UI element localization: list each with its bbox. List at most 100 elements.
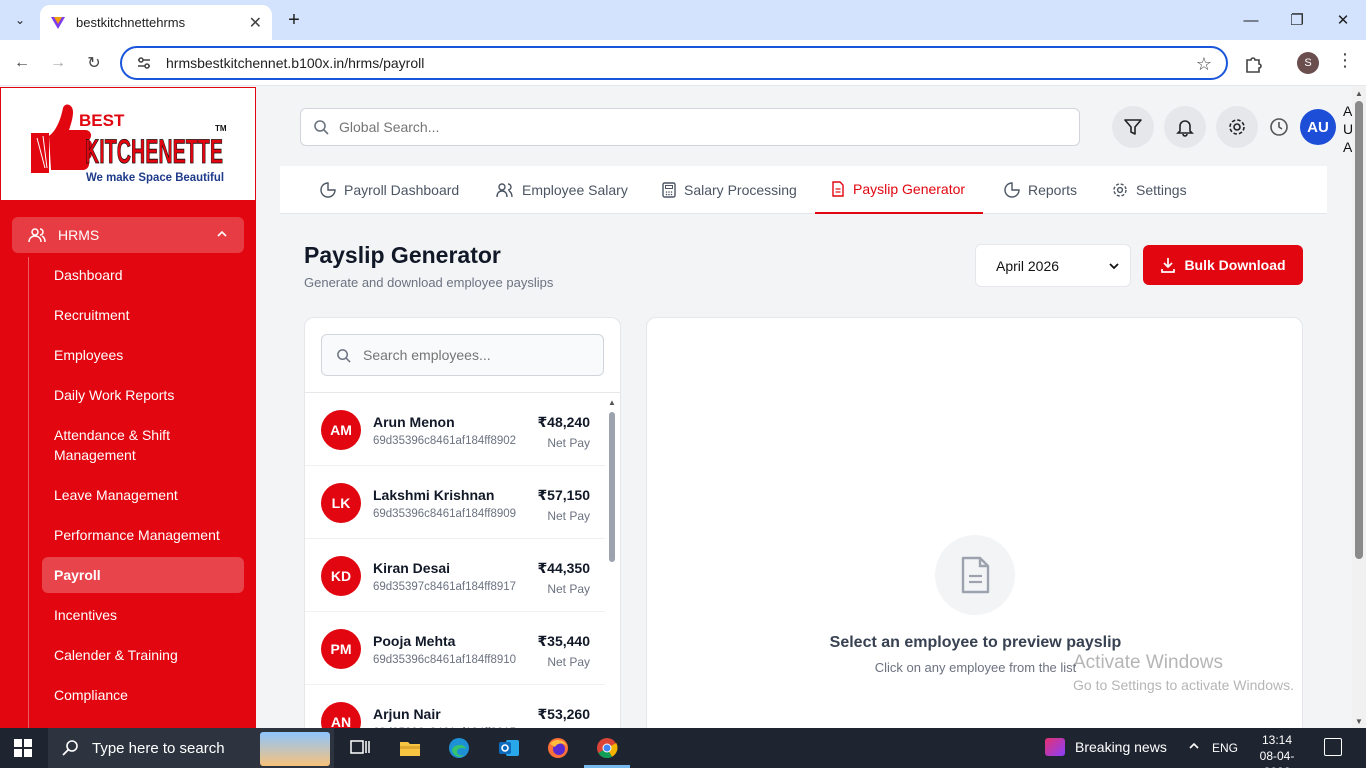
settings-button[interactable] <box>1216 106 1258 148</box>
extensions-icon[interactable] <box>1243 52 1265 74</box>
user-avatar[interactable]: AU <box>1300 109 1336 145</box>
sidebar-item-performance[interactable]: Performance Management <box>42 525 244 545</box>
sidebar-item-recruitment[interactable]: Recruitment <box>42 305 244 325</box>
outlook-icon[interactable] <box>497 736 521 760</box>
news-icon <box>1045 738 1065 756</box>
language-indicator[interactable]: ENG <box>1212 741 1238 755</box>
global-search-box[interactable] <box>300 108 1080 146</box>
users-icon <box>496 183 513 198</box>
month-select[interactable]: April 2026 <box>975 244 1131 287</box>
calculator-icon <box>662 182 676 198</box>
tab-close-icon[interactable]: ✕ <box>249 13 262 33</box>
tab-salary-processing[interactable]: Salary Processing <box>662 166 797 214</box>
notification-center-icon[interactable] <box>1324 738 1342 756</box>
brand-tagline: We make Space Beautiful <box>86 172 224 184</box>
employee-list-card: AM Arun Menon 69d35396c8461af184ff8902 ₹… <box>304 317 621 737</box>
tray-chevron-up-icon[interactable] <box>1188 740 1200 755</box>
bulk-download-button[interactable]: Bulk Download <box>1143 245 1303 285</box>
sidebar-item-employees[interactable]: Employees <box>42 345 244 365</box>
tab-payroll-dashboard[interactable]: Payroll Dashboard <box>320 166 459 214</box>
news-widget[interactable]: Breaking news <box>1045 738 1167 756</box>
global-search-input[interactable] <box>339 119 1039 135</box>
tab-payslip-generator[interactable]: Payslip Generator <box>815 166 983 214</box>
edge-browser-icon[interactable] <box>447 736 471 760</box>
sidebar-item-dashboard[interactable]: Dashboard <box>42 265 244 285</box>
scroll-up-arrow-icon[interactable]: ▲ <box>1355 89 1363 98</box>
taskbar-search-text: Type here to search <box>92 739 225 757</box>
employee-row[interactable]: PM Pooja Mehta 69d35396c8461af184ff8910 … <box>305 612 605 685</box>
net-pay-label: Net Pay <box>547 655 590 669</box>
nav-tree-line <box>28 257 29 728</box>
employee-avatar: PM <box>321 629 361 669</box>
reload-button[interactable]: ↻ <box>82 51 106 75</box>
sidebar-item-leave-management[interactable]: Leave Management <box>42 485 244 505</box>
tab-reports[interactable]: Reports <box>1004 166 1077 214</box>
scrollbar-thumb[interactable] <box>1355 101 1363 559</box>
page-scrollbar[interactable]: ▲ ▼ <box>1352 87 1366 728</box>
scrollbar-thumb[interactable] <box>609 412 615 562</box>
sidebar-item-calender-training[interactable]: Calender & Training <box>42 645 244 665</box>
employee-search-box[interactable] <box>321 334 604 376</box>
minimize-button[interactable]: — <box>1228 0 1274 40</box>
employee-net-pay: ₹48,240 <box>537 414 590 430</box>
firefox-icon[interactable] <box>546 736 570 760</box>
browser-toolbar: ← → ↻ hrmsbestkitchennet.b100x.in/hrms/p… <box>0 40 1366 86</box>
employee-name: Pooja Mehta <box>373 633 456 649</box>
sidebar-item-daily-work-reports[interactable]: Daily Work Reports <box>42 385 244 405</box>
profile-avatar[interactable]: S <box>1297 52 1319 74</box>
windows-start-icon[interactable] <box>14 739 32 757</box>
employee-net-pay: ₹57,150 <box>537 487 590 503</box>
clock[interactable]: 13:14 08-04-2026 <box>1248 732 1306 768</box>
tab-label: Settings <box>1136 182 1187 198</box>
employee-row[interactable]: AM Arun Menon 69d35396c8461af184ff8902 ₹… <box>305 393 605 466</box>
browser-tab[interactable]: bestkitchnettehrms ✕ <box>40 5 272 40</box>
tab-title: bestkitchnettehrms <box>76 15 186 30</box>
sidebar-item-payroll[interactable]: Payroll <box>42 557 244 593</box>
employee-row[interactable]: LK Lakshmi Krishnan 69d35396c8461af184ff… <box>305 466 605 539</box>
users-icon <box>28 228 46 243</box>
brand-logo[interactable]: BEST KITCHENETTE TM We make Space Beauti… <box>0 87 256 201</box>
sidebar-section-hrms[interactable]: HRMS <box>12 217 244 253</box>
sidebar-item-incentives[interactable]: Incentives <box>42 605 244 625</box>
task-view-icon[interactable] <box>348 736 372 760</box>
tab-settings[interactable]: Settings <box>1112 166 1187 214</box>
search-highlight-illustration <box>260 732 330 766</box>
site-info-icon[interactable] <box>136 55 152 71</box>
employee-net-pay: ₹35,440 <box>537 633 590 649</box>
chevron-up-icon <box>216 227 228 243</box>
employee-row[interactable]: KD Kiran Desai 69d35397c8461af184ff8917 … <box>305 539 605 612</box>
page-subtitle: Generate and download employee payslips <box>304 275 554 290</box>
sidebar-item-attendance[interactable]: Attendance & Shift Management <box>42 425 212 465</box>
taskbar-search[interactable]: Type here to search <box>48 728 334 768</box>
address-bar[interactable]: hrmsbestkitchennet.b100x.in/hrms/payroll… <box>120 46 1228 80</box>
back-button[interactable]: ← <box>10 51 34 75</box>
bookmark-star-icon[interactable]: ☆ <box>1196 54 1212 75</box>
tab-employee-salary[interactable]: Employee Salary <box>496 166 628 214</box>
file-explorer-icon[interactable] <box>398 736 422 760</box>
employee-net-pay: ₹44,350 <box>537 560 590 576</box>
employee-avatar: KD <box>321 556 361 596</box>
notifications-button[interactable] <box>1164 106 1206 148</box>
filter-button[interactable] <box>1112 106 1154 148</box>
employee-list-scrollbar[interactable]: ▲ <box>607 398 617 736</box>
browser-tab-bar: ⌄ bestkitchnettehrms ✕ + — ❐ ✕ <box>0 0 1366 40</box>
tab-label: Reports <box>1028 182 1078 198</box>
employee-net-pay: ₹53,260 <box>537 706 590 722</box>
history-button[interactable] <box>1258 106 1300 148</box>
brand-line1: BEST <box>79 111 125 130</box>
month-select-value: April 2026 <box>996 257 1060 274</box>
document-icon <box>832 181 844 197</box>
chrome-icon[interactable] <box>595 736 619 760</box>
tab-search-dropdown-icon[interactable]: ⌄ <box>8 8 32 32</box>
scroll-down-arrow-icon[interactable]: ▼ <box>1355 717 1363 726</box>
forward-button[interactable]: → <box>46 51 70 75</box>
browser-menu-icon[interactable]: ⋮ <box>1336 50 1354 71</box>
close-window-button[interactable]: ✕ <box>1320 0 1366 40</box>
scroll-up-arrow-icon[interactable]: ▲ <box>608 398 616 407</box>
sidebar-item-compliance[interactable]: Compliance <box>42 685 244 705</box>
activate-windows-title: Activate Windows <box>1073 652 1223 673</box>
windows-taskbar: Type here to search Breaking news ENG 13… <box>0 728 1366 768</box>
restore-button[interactable]: ❐ <box>1274 0 1320 40</box>
new-tab-button[interactable]: + <box>282 8 306 32</box>
employee-search-input[interactable] <box>363 347 583 363</box>
